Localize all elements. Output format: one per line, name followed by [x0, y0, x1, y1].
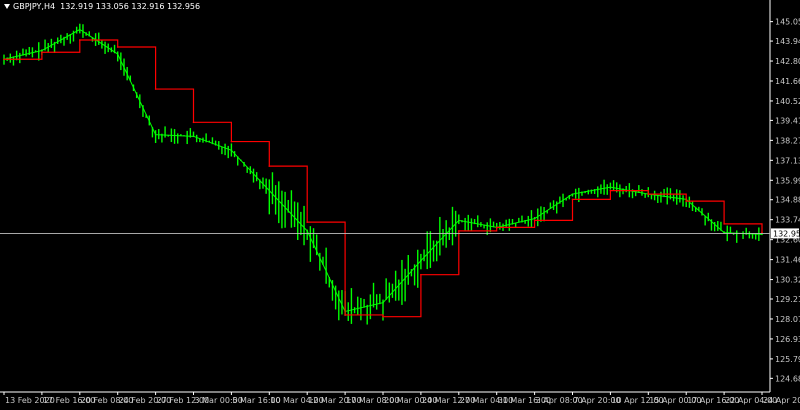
signal-point: [41, 51, 43, 54]
signal-point: [647, 193, 650, 195]
y-tick-label: 143.940: [775, 37, 800, 46]
signal-point: [723, 223, 725, 225]
y-tick-label: 141.660: [775, 77, 800, 86]
signal-point: [495, 226, 498, 229]
price-point: [382, 301, 384, 304]
y-tick-labels: 145.050 143.940 142.800 141.660 140.520 139.4…: [770, 18, 800, 383]
y-tick-label: 140.520: [775, 97, 800, 106]
signal-point: [458, 230, 460, 232]
x-tick-labels: 13 Feb 202017 Feb 16:0020 Feb 08:0024 Fe…: [3, 392, 800, 405]
signal-point: [571, 198, 574, 201]
price-point: [571, 193, 574, 195]
y-tick-label: 126.930: [775, 335, 800, 344]
price-point: [761, 233, 763, 236]
price-point: [116, 53, 119, 55]
y-tick-label: 134.880: [775, 196, 800, 205]
y-tick-label: 137.130: [775, 156, 800, 165]
y-tick-label: 125.790: [775, 355, 800, 364]
price-point: [533, 217, 536, 220]
signal-point: [685, 200, 687, 202]
y-tick-label: 135.990: [775, 176, 800, 185]
signal-point: [192, 121, 195, 124]
price-point: [306, 230, 309, 232]
signal-point: [230, 140, 233, 143]
y-tick-label: 128.070: [775, 315, 800, 324]
price-point: [79, 28, 81, 31]
signal-point: [116, 46, 119, 48]
price-point: [420, 259, 422, 262]
price-point: [154, 133, 157, 136]
y-tick-label: 129.210: [775, 295, 800, 304]
price-point: [268, 189, 271, 192]
price-point: [41, 49, 43, 52]
y-tick-label: 142.800: [775, 57, 800, 66]
signal-point: [268, 165, 271, 167]
signal-point: [344, 314, 346, 316]
signal-point: [420, 273, 422, 276]
y-tick-label: 139.410: [775, 116, 800, 125]
signal-point: [533, 219, 536, 222]
chart-area[interactable]: 145.050 143.940 142.800 141.660 140.520 139.4…: [0, 0, 800, 406]
price-point: [192, 135, 195, 138]
signal-point: [306, 221, 309, 223]
current-price-marker: 132.956: [0, 228, 800, 239]
y-tick-label: 145.050: [775, 18, 800, 27]
signal-point: [382, 315, 384, 318]
current-price-label: 132.956: [773, 229, 800, 238]
y-tick-label: 130.320: [775, 276, 800, 285]
signal-line: [4, 39, 763, 318]
price-chart[interactable]: 145.050 143.940 142.800 141.660 140.520 139.4…: [0, 0, 800, 406]
y-tick-label: 124.680: [775, 374, 800, 383]
signal-point: [154, 88, 157, 90]
price-point: [609, 186, 612, 188]
y-tick-label: 133.740: [775, 216, 800, 225]
chart-header: GBPJPY,H4 132.919 133.056 132.916 132.95…: [4, 2, 200, 11]
price-line-series: [3, 28, 763, 313]
collapse-triangle-icon[interactable]: [4, 4, 10, 9]
price-bars-group: [3, 23, 760, 325]
ohlc-values: 132.919 133.056 132.916 132.956: [60, 2, 201, 11]
y-tick-label: 138.270: [775, 136, 800, 145]
signal-point: [3, 58, 5, 61]
y-tick-label: 131.460: [775, 256, 800, 265]
signal-point: [79, 39, 81, 41]
price-point: [230, 149, 233, 152]
x-tick-label: 24 Apr 20:00: [763, 396, 800, 405]
series-group: [3, 28, 763, 318]
signal-point: [609, 189, 612, 192]
symbol-label: GBPJPY,H4: [13, 2, 56, 11]
price-point: [458, 219, 460, 222]
